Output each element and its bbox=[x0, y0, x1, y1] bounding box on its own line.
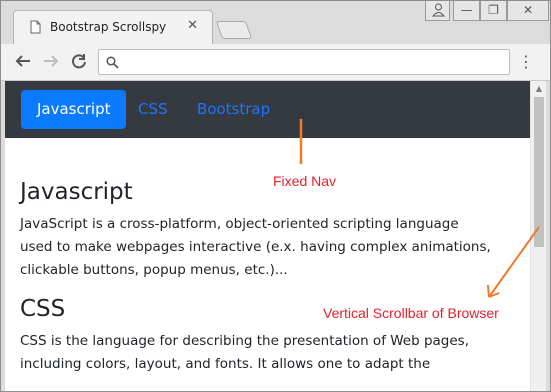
scrollbar-annotation: Vertical Scrollbar of Browser bbox=[323, 305, 499, 321]
scrollbar-arrow-shaft bbox=[488, 226, 540, 298]
fixed-nav-annotation: Fixed Nav bbox=[273, 173, 337, 189]
annotation-arrows bbox=[299, 119, 540, 298]
browser-window: Bootstrap Scrollspy ✕ — ❐ ✕ ⋮ Javascript… bbox=[0, 0, 551, 392]
